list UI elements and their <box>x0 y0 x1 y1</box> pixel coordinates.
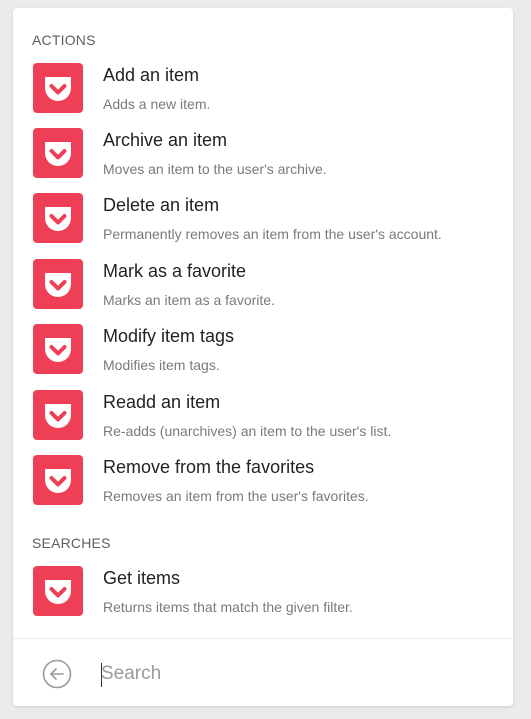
module-title: Delete an item <box>103 195 220 215</box>
pocket-icon <box>33 324 83 374</box>
module-title: Mark as a favorite <box>103 261 247 281</box>
module-item-get-items[interactable]: Get items Returns items that match the g… <box>13 566 513 628</box>
module-item-mark-as-favorite[interactable]: Mark as a favorite Marks an item as a fa… <box>13 259 513 321</box>
back-arrow-icon[interactable] <box>42 659 72 689</box>
section-header-actions: ACTIONS <box>32 32 96 48</box>
module-item-modify-item-tags[interactable]: Modify item tags Modifies item tags. <box>13 324 513 386</box>
search-input[interactable] <box>101 658 481 690</box>
module-title: Modify item tags <box>103 326 235 346</box>
module-item-archive-an-item[interactable]: Archive an item Moves an item to the use… <box>13 128 513 190</box>
module-description: Marks an item as a favorite. <box>103 292 275 308</box>
module-title: Readd an item <box>103 392 221 412</box>
pocket-icon <box>33 455 83 505</box>
pocket-icon <box>33 193 83 243</box>
module-description: Returns items that match the given filte… <box>103 599 353 615</box>
pocket-icon <box>33 566 83 616</box>
module-description: Modifies item tags. <box>103 357 220 373</box>
module-item-readd-an-item[interactable]: Readd an item Re-adds (unarchives) an it… <box>13 390 513 452</box>
module-item-add-an-item[interactable]: Add an item Adds a new item. <box>13 63 513 125</box>
module-description: Re-adds (unarchives) an item to the user… <box>103 423 392 439</box>
module-item-delete-an-item[interactable]: Delete an item Permanently removes an it… <box>13 193 513 255</box>
module-title: Get items <box>103 568 181 588</box>
module-description: Adds a new item. <box>103 96 211 112</box>
module-title: Add an item <box>103 65 200 85</box>
module-description: Removes an item from the user's favorite… <box>103 488 369 504</box>
module-list[interactable]: ACTIONS Add an item Adds a new item. Arc… <box>13 8 513 638</box>
module-picker-panel: ACTIONS Add an item Adds a new item. Arc… <box>13 8 513 706</box>
pocket-icon <box>33 259 83 309</box>
search-bar <box>13 639 513 706</box>
module-description: Moves an item to the user's archive. <box>103 161 327 177</box>
module-title: Remove from the favorites <box>103 457 315 477</box>
text-caret <box>101 663 102 687</box>
pocket-icon <box>33 63 83 113</box>
pocket-icon <box>33 128 83 178</box>
module-title: Archive an item <box>103 130 228 150</box>
module-description: Permanently removes an item from the use… <box>103 226 442 242</box>
pocket-icon <box>33 390 83 440</box>
module-item-remove-from-favorites[interactable]: Remove from the favorites Removes an ite… <box>13 455 513 517</box>
section-header-searches: SEARCHES <box>32 535 111 551</box>
